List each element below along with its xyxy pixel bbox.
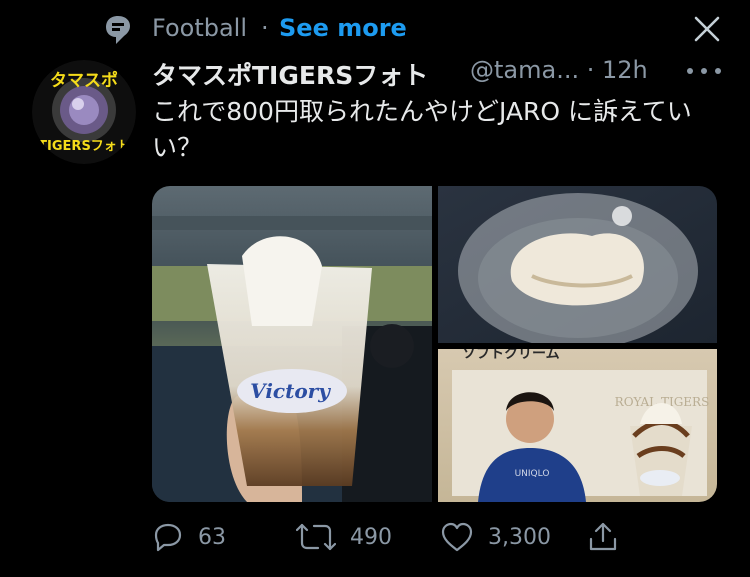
share-icon — [589, 522, 617, 551]
tweet-text: これで800円取られたんやけどJARO に訴えていい？ — [152, 97, 692, 162]
topic-label[interactable]: Football — [152, 14, 247, 42]
heart-icon — [441, 522, 473, 552]
media-photo-1[interactable]: Victory — [152, 186, 432, 502]
more-options-icon[interactable] — [683, 64, 725, 78]
cup-brand-1: Victory — [250, 379, 331, 403]
retweet-count: 490 — [350, 524, 392, 550]
reply-count: 63 — [198, 524, 226, 550]
share-button[interactable] — [588, 520, 632, 554]
avatar-text-top: タマスポ — [50, 70, 118, 91]
retweet-icon — [296, 523, 336, 551]
hoodie-text: UNIQLO — [515, 469, 550, 479]
display-name[interactable]: タマスポTIGERSフォト — [152, 56, 428, 92]
media-photo-3[interactable]: ソフトクリーム ROYAL TIGERS UNIQLO — [438, 346, 717, 502]
avatar-logo: タマスポ TIGERSフォト — [32, 60, 136, 164]
media-grid: Victory ソフトクリーム ROYAL TIGERS UNIQLO — [152, 186, 717, 502]
see-more-link[interactable]: See more — [279, 14, 407, 42]
avatar[interactable]: タマスポ TIGERSフォト — [32, 60, 136, 164]
reply-icon — [154, 523, 182, 552]
reply-button[interactable]: 63 — [152, 520, 226, 554]
topic-icon — [106, 16, 130, 44]
retweet-button[interactable]: 490 — [296, 520, 392, 554]
handle-and-time[interactable]: @tama... · 12h — [470, 56, 648, 84]
like-count: 3,300 — [488, 524, 551, 550]
media-photo-2[interactable] — [438, 186, 717, 349]
like-button[interactable]: 3,300 — [440, 520, 551, 554]
topic-separator: · — [261, 14, 269, 42]
avatar-text-bottom: TIGERSフォト — [38, 139, 130, 154]
close-icon[interactable] — [694, 16, 720, 42]
